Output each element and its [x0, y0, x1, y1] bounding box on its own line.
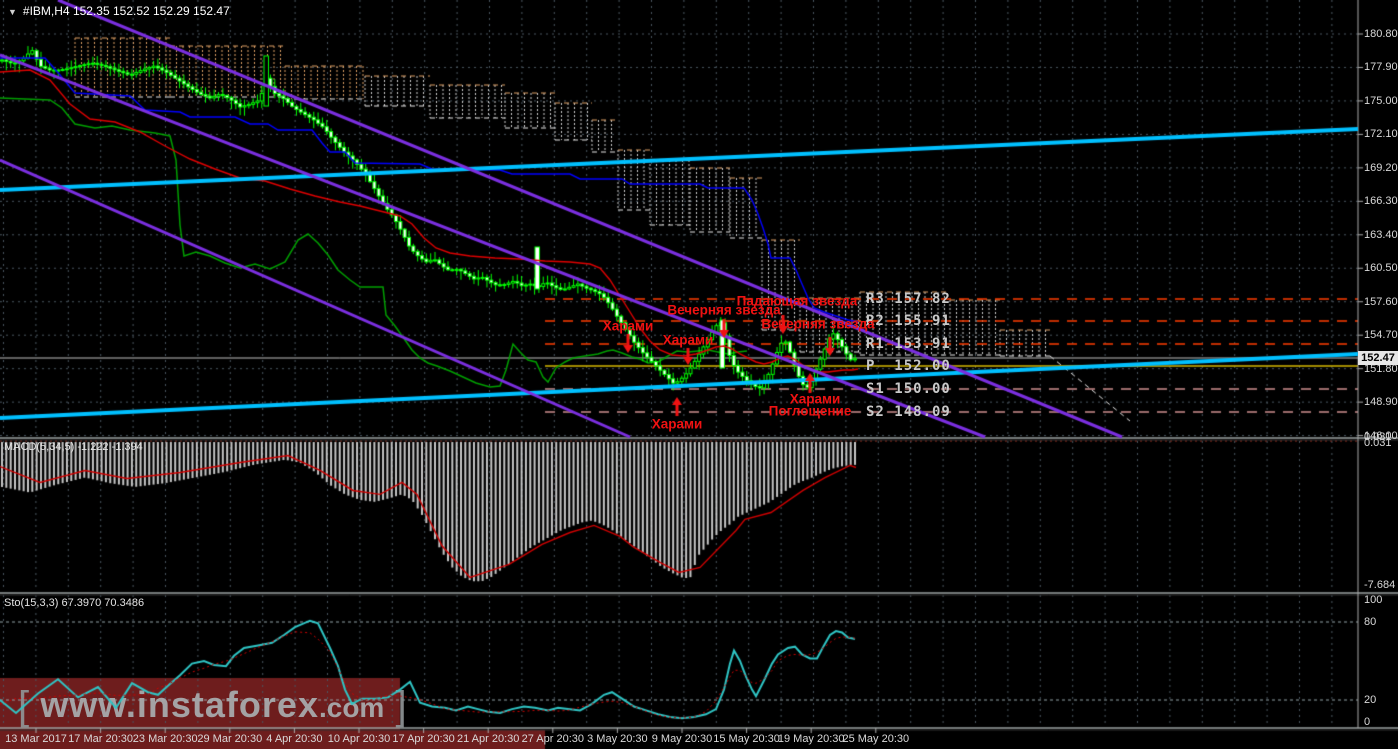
chevron-down-icon[interactable]: ▼ — [8, 7, 17, 17]
chart-title-bar: ▼ #IBM,H4 152.35 152.52 152.29 152.47 — [8, 4, 230, 18]
chart-title: #IBM,H4 152.35 152.52 152.29 152.47 — [22, 4, 230, 18]
macd-indicator-label: MACD(5,34,5) -1.222 -1.394 — [4, 441, 143, 453]
current-price-badge: 152.47 — [1358, 351, 1398, 365]
chart-window: [ www.instaforex.com ] ▼#IBM,H4 152.35 1… — [0, 0, 1398, 749]
stochastic-indicator-label: Sto(15,3,3) 67.3970 70.3486 — [4, 597, 145, 609]
chart-area[interactable] — [0, 0, 1398, 749]
